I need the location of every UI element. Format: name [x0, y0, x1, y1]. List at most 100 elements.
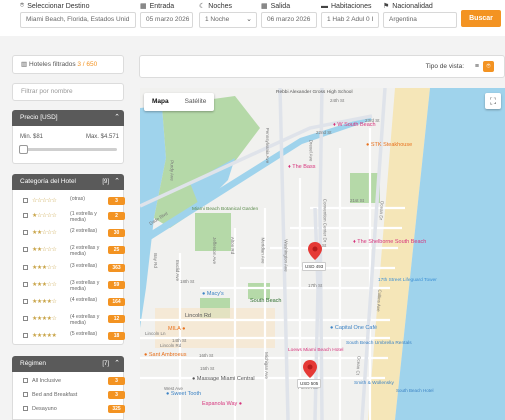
- category-checkbox[interactable]: [23, 333, 28, 338]
- checkin-input[interactable]: 05 marzo 2026: [140, 12, 193, 28]
- category-count-badge: 363: [108, 264, 125, 272]
- category-row[interactable]: ☆☆☆☆☆ (otras) 3: [13, 196, 125, 208]
- category-checkbox[interactable]: [23, 316, 28, 321]
- street-convention: Convention Center Dr: [322, 198, 328, 243]
- place-the-bass[interactable]: ♦ The Bass: [288, 164, 315, 170]
- map-type-control: Mapa Satélite: [144, 93, 215, 111]
- name-filter-input[interactable]: Filtrar por nombre: [12, 83, 124, 101]
- nights-value: 1 Noche: [205, 16, 230, 23]
- chevron-up-icon: ⌃: [114, 178, 120, 185]
- destination-input[interactable]: Miami Beach, Florida, Estados Unid: [20, 12, 136, 28]
- category-label: (5 estrellas): [70, 331, 98, 337]
- hotel-marker-2[interactable]: [303, 360, 317, 378]
- regimen-checkbox[interactable]: [23, 392, 28, 397]
- price-tag-2[interactable]: USD 505: [297, 379, 322, 388]
- nationality-label: Nacionalidad: [392, 2, 433, 10]
- street-24th: 24th St: [330, 98, 345, 103]
- category-count-badge: 30: [108, 229, 125, 237]
- view-toolbar: Tipo de vista: ≡ ⌾: [139, 55, 505, 78]
- regimen-header[interactable]: Régimen [7] ⌃: [12, 356, 124, 372]
- category-count-badge: 18: [108, 332, 125, 340]
- street-west: West Ave: [164, 386, 183, 391]
- category-header[interactable]: Categoría del Hotel [9] ⌃: [12, 174, 124, 190]
- list-icon[interactable]: ≡: [475, 63, 479, 70]
- nationality-input[interactable]: Argentina: [383, 12, 457, 28]
- place-capital-one[interactable]: ● Capital One Café: [330, 325, 377, 331]
- price-header[interactable]: Precio [USD] ⌃: [12, 110, 124, 126]
- price-slider[interactable]: [19, 145, 117, 154]
- checkout-input[interactable]: 06 marzo 2026: [261, 12, 317, 28]
- place-loews[interactable]: Loews Miami Beach Hotel: [288, 348, 343, 353]
- category-checkbox[interactable]: [23, 299, 28, 304]
- place-sweet-tooth[interactable]: ● Sweet Tooth: [166, 391, 201, 397]
- map-type-satellite-button[interactable]: Satélite: [177, 93, 215, 111]
- hotel-marker-1[interactable]: [308, 242, 322, 260]
- place-macys[interactable]: ● Macy's: [202, 291, 224, 297]
- category-row[interactable]: ★★★☆☆ (3 estrellas y media) 59: [13, 280, 125, 292]
- category-label: (4 estrellas): [70, 297, 98, 303]
- place-stk[interactable]: ● STK Steakhouse: [366, 142, 412, 148]
- street-jefferson: Jefferson Ave: [212, 236, 218, 265]
- category-label: (4 estrellas y media): [70, 314, 100, 326]
- star-rating-icon: ★★★★☆: [32, 299, 57, 305]
- category-count-badge: 12: [108, 315, 125, 323]
- nights-label: Noches: [208, 2, 233, 10]
- category-checkbox[interactable]: [23, 230, 28, 235]
- category-row[interactable]: ★★☆☆☆ (2 estrellas y media) 25: [13, 245, 125, 257]
- regimen-row[interactable]: All Inclusive 3: [13, 376, 125, 386]
- slider-handle[interactable]: [19, 145, 28, 154]
- nights-field: ☾ Noches 1 Noche ⌄: [199, 2, 257, 28]
- price-max: Max. $4.571: [85, 134, 119, 140]
- category-row[interactable]: ★☆☆☆☆ (1 estrella y media) 2: [13, 211, 125, 223]
- map-view[interactable]: Rebbi Alexander Gross High School ♦ W So…: [140, 88, 505, 420]
- regimen-checkbox[interactable]: [23, 406, 28, 411]
- place-sb-hotel: South Beach Hotel: [396, 388, 434, 393]
- view-type-label: Tipo de vista:: [425, 63, 464, 70]
- street-23rd: 23rd St: [365, 118, 380, 123]
- map-canvas[interactable]: [140, 88, 505, 420]
- star-rating-icon: ★★★★★: [32, 333, 57, 339]
- category-row[interactable]: ★★★☆☆ (3 estrellas) 363: [13, 263, 125, 275]
- price-tag-1[interactable]: USD 493: [302, 262, 327, 271]
- street-16th: 16th St: [199, 353, 214, 358]
- category-checkbox[interactable]: [23, 198, 28, 203]
- fullscreen-icon[interactable]: ⛶: [485, 93, 501, 109]
- price-min: Min. $81: [20, 134, 44, 140]
- place-sant-ambroeus[interactable]: ● Sant Ambroeus: [144, 352, 186, 358]
- regimen-title: Régimen: [20, 360, 47, 367]
- price-title: Precio [USD]: [20, 114, 58, 121]
- map-pin-icon[interactable]: ⌾: [483, 61, 494, 72]
- place-massage[interactable]: ● Massage Miami Central: [192, 376, 255, 382]
- rooms-input[interactable]: 1 Hab 2 Adul 0 I: [321, 12, 379, 28]
- category-label: (otras): [70, 196, 85, 202]
- category-checkbox[interactable]: [23, 282, 28, 287]
- map-pin-icon: ⌾: [20, 2, 25, 9]
- street-15th: 15th St: [200, 366, 215, 371]
- flag-icon: ⚑: [383, 3, 390, 10]
- rooms-field: ▬ Habitaciones 1 Hab 2 Adul 0 I: [321, 2, 379, 28]
- category-row[interactable]: ★★★★☆ (4 estrellas y media) 12: [13, 314, 125, 326]
- category-checkbox[interactable]: [23, 213, 28, 218]
- street-purdy: Purdy Ave: [169, 160, 175, 181]
- category-row[interactable]: ★★☆☆☆ (2 estrellas) 30: [13, 228, 125, 240]
- park-flamingo: [248, 283, 270, 299]
- category-count-badge: 59: [108, 281, 125, 289]
- regimen-row[interactable]: Bed and Breakfast 3: [13, 390, 125, 400]
- street-22nd: 22nd St: [316, 130, 332, 135]
- category-row[interactable]: ★★★★☆ (4 estrellas) 164: [13, 297, 125, 309]
- place-espanola[interactable]: Espanola Way ●: [202, 401, 242, 407]
- place-mila[interactable]: MILA ●: [168, 326, 185, 332]
- category-row[interactable]: ★★★★★ (5 estrellas) 18: [13, 331, 125, 343]
- regimen-row[interactable]: Desayuno 325: [13, 404, 125, 414]
- category-label: (1 estrella y media): [70, 211, 97, 223]
- bed-icon: ▬: [321, 2, 328, 10]
- category-checkbox[interactable]: [23, 247, 28, 252]
- category-checkbox[interactable]: [23, 265, 28, 270]
- street-alton: Alton Rd: [230, 236, 236, 255]
- regimen-checkbox[interactable]: [23, 378, 28, 383]
- map-type-map-button[interactable]: Mapa: [144, 93, 177, 111]
- nights-select[interactable]: 1 Noche ⌄: [199, 12, 257, 28]
- search-button[interactable]: Buscar: [461, 10, 501, 27]
- rooms-label: Habitaciones: [331, 2, 372, 10]
- place-shelborne[interactable]: ♦ The Shelborne South Beach: [353, 239, 426, 245]
